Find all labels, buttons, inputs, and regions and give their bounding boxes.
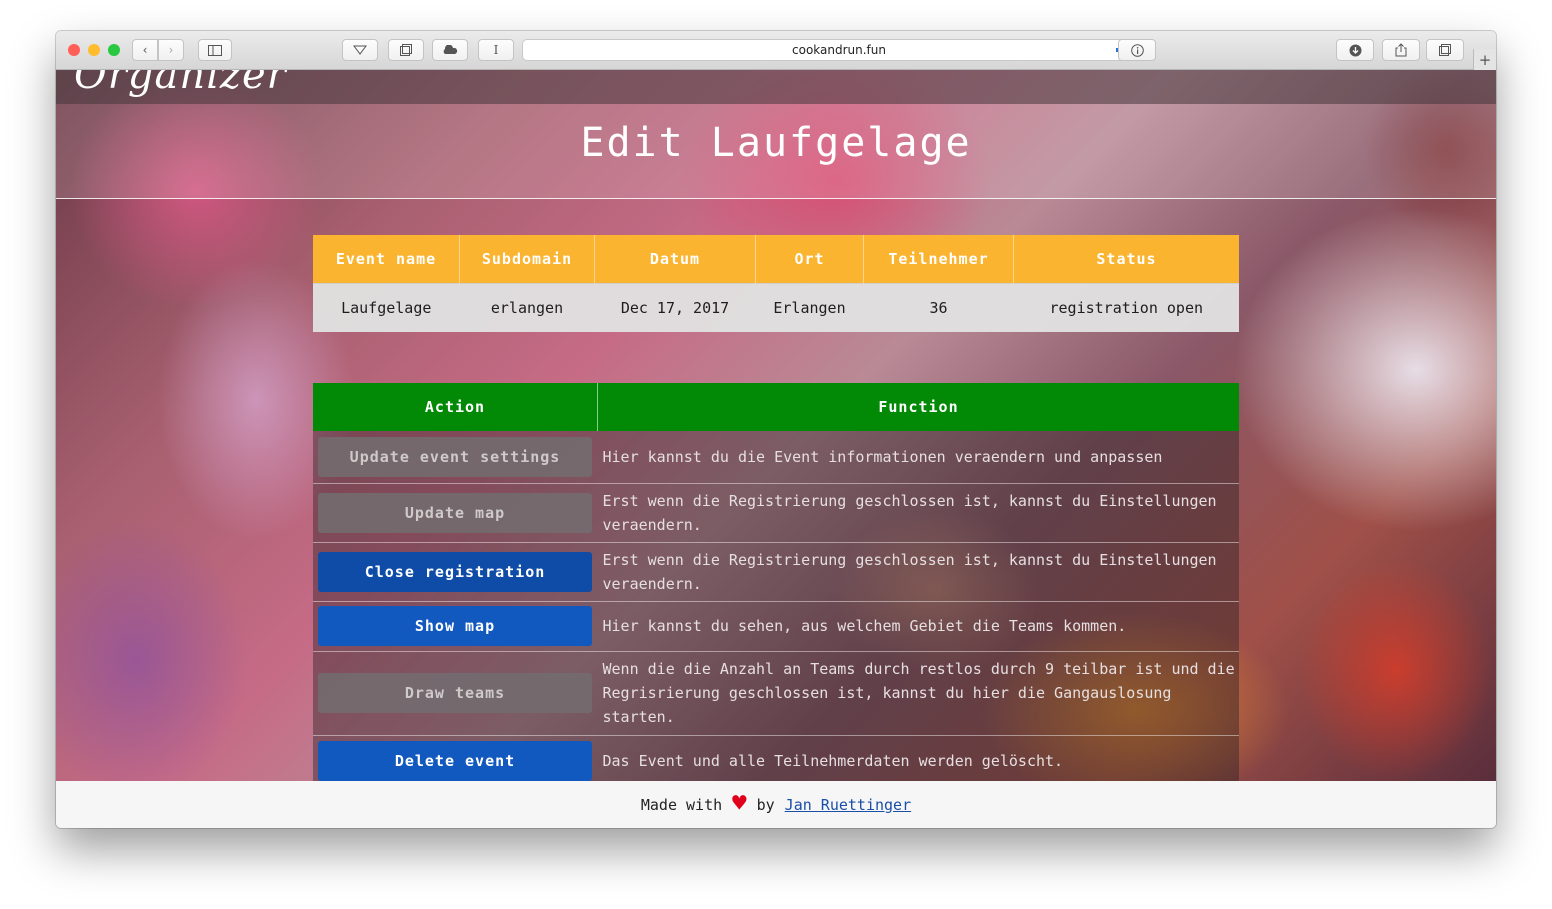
close-registration-button[interactable]: Close registration (318, 551, 592, 592)
page-header: Organizer Edit Laufgelage (56, 70, 1496, 199)
header-status: Status (1013, 235, 1239, 284)
page-title: Edit Laufgelage (580, 120, 972, 166)
update-event-settings-button[interactable]: Update event settings (318, 436, 592, 477)
close-window-button[interactable] (68, 44, 80, 56)
icloud-button[interactable] (432, 39, 468, 61)
footer-by: by (756, 795, 775, 814)
delete-event-button[interactable]: Delete event (318, 741, 592, 781)
table-row: Update map Erst wenn die Registrierung g… (313, 483, 1239, 543)
header-action: Action (313, 383, 598, 431)
tab-overview-button[interactable] (1426, 39, 1464, 61)
header-subdomain: Subdomain (459, 235, 595, 284)
event-table-header-row: Event name Subdomain Datum Ort Teilnehme… (313, 235, 1239, 284)
function-text: Das Event und alle Teilnehmerdaten werde… (597, 735, 1239, 781)
table-row: Show map Hier kannst du sehen, aus welch… (313, 601, 1239, 652)
reader-icon: I (493, 43, 499, 57)
chevron-right-icon: › (168, 43, 174, 57)
download-icon (1349, 44, 1361, 56)
table-row: Laufgelage erlangen Dec 17, 2017 Erlange… (313, 283, 1239, 332)
cloud-icon (443, 45, 458, 54)
browser-toolbar: ‹ › I cookandrun.fun + (56, 31, 1496, 71)
cell-datum: Dec 17, 2017 (594, 283, 756, 332)
tabs-icon (1439, 44, 1451, 56)
tabs-overview-button[interactable] (388, 39, 424, 61)
heart-icon: ♥ (732, 788, 747, 817)
update-map-button[interactable]: Update map (318, 492, 592, 533)
footer-made-with: Made with (640, 795, 723, 814)
info-icon (1130, 43, 1144, 57)
shield-icon (353, 45, 367, 55)
back-button[interactable]: ‹ (132, 39, 158, 61)
sidebar-button[interactable] (198, 39, 232, 61)
table-row: Draw teams Wenn die die Anzahl an Teams … (313, 651, 1239, 736)
header-ort: Ort (755, 235, 864, 284)
function-text: Hier kannst du die Event informationen v… (597, 431, 1239, 484)
cell-ort: Erlangen (755, 283, 864, 332)
function-text: Hier kannst du sehen, aus welchem Gebiet… (597, 601, 1239, 652)
reader-button[interactable]: I (478, 39, 514, 61)
show-map-button[interactable]: Show map (318, 606, 592, 646)
logo-strip: Organizer (56, 70, 1496, 104)
author-link[interactable]: Jan Ruettinger (785, 796, 911, 814)
function-text: Erst wenn die Registrierung geschlossen … (597, 542, 1239, 602)
browser-window: ‹ › I cookandrun.fun + Organizer Edit La… (56, 31, 1496, 828)
chevron-left-icon: ‹ (142, 43, 148, 57)
info-button[interactable] (1118, 39, 1156, 61)
header-teilnehmer: Teilnehmer (863, 235, 1014, 284)
function-text: Wenn die die Anzahl an Teams durch restl… (597, 651, 1239, 736)
header-function: Function (597, 383, 1239, 431)
table-row: Update event settings Hier kannst du die… (313, 431, 1239, 484)
share-icon (1395, 43, 1407, 57)
url-text: cookandrun.fun (792, 43, 886, 57)
plus-icon: + (1478, 51, 1492, 69)
cell-status: registration open (1013, 283, 1239, 332)
header-datum: Datum (594, 235, 756, 284)
share-button[interactable] (1382, 39, 1420, 61)
sidebar-icon (208, 44, 222, 56)
minimize-window-button[interactable] (88, 44, 100, 56)
cell-subdomain: erlangen (459, 283, 595, 332)
action-table: Action Function Update event settings Hi… (313, 383, 1239, 781)
action-table-header-row: Action Function (313, 383, 1239, 431)
tabs-icon (400, 44, 412, 56)
maximize-window-button[interactable] (108, 44, 120, 56)
table-row: Close registration Erst wenn die Registr… (313, 542, 1239, 602)
site-logo[interactable]: Organizer (74, 70, 287, 98)
page-footer: Made with ♥ by Jan Ruettinger (56, 781, 1496, 828)
function-text: Erst wenn die Registrierung geschlossen … (597, 483, 1239, 543)
forward-button[interactable]: › (158, 39, 184, 61)
event-table: Event name Subdomain Datum Ort Teilnehme… (313, 235, 1239, 332)
page-viewport: Organizer Edit Laufgelage Event name Sub… (56, 70, 1496, 781)
new-tab-button[interactable]: + (1473, 49, 1496, 71)
downloads-button[interactable] (1336, 39, 1374, 61)
shield-button[interactable] (342, 39, 378, 61)
cell-event-name: Laufgelage (313, 283, 460, 332)
table-row: Delete event Das Event und alle Teilnehm… (313, 735, 1239, 781)
address-bar[interactable]: cookandrun.fun (522, 39, 1156, 61)
header-event-name: Event name (313, 235, 460, 284)
cell-teilnehmer: 36 (863, 283, 1014, 332)
draw-teams-button[interactable]: Draw teams (318, 673, 592, 713)
